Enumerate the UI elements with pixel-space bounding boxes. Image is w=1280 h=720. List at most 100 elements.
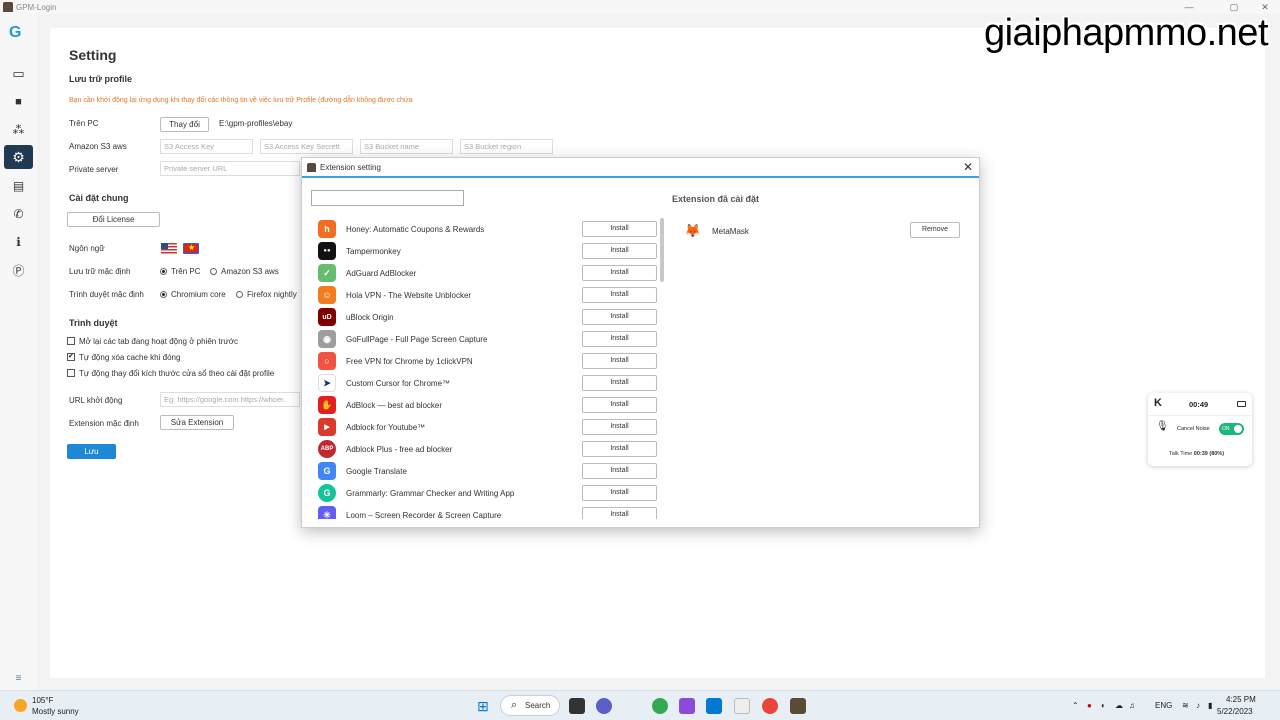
us-flag-icon[interactable] <box>161 243 177 254</box>
taskbar-search[interactable]: Search <box>500 695 560 716</box>
extension-name: Adblock Plus - free ad blocker <box>346 444 453 454</box>
install-button[interactable]: Install <box>582 331 657 347</box>
chrome-icon[interactable] <box>652 698 668 714</box>
install-button[interactable]: Install <box>582 463 657 479</box>
storage-warning: Bạn cần khởi động lại ứng dụng khi thay … <box>69 97 413 104</box>
camera-icon[interactable] <box>1237 401 1246 407</box>
volume-icon[interactable]: ♪ <box>1196 701 1200 710</box>
onedrive-icon[interactable]: ☁ <box>1115 701 1123 710</box>
battery-icon[interactable]: ▮ <box>1208 701 1212 710</box>
browser-radio-firefox[interactable]: Firefox nightly <box>236 290 297 299</box>
task-view-icon[interactable] <box>569 698 585 714</box>
s3-access-secret-input[interactable]: S3 Access Key Secrett <box>260 139 353 154</box>
radio-selected-icon <box>160 268 167 275</box>
phone-icon: ✆ <box>13 207 24 221</box>
sun-icon[interactable] <box>14 699 27 712</box>
weather-temp[interactable]: 105°F <box>32 696 53 705</box>
sidebar-item-billing[interactable]: ▭ <box>4 62 33 86</box>
list-item: ✳ Loom – Screen Recorder & Screen Captur… <box>312 504 662 519</box>
edit-extension-button[interactable]: Sửa Extension <box>160 415 234 430</box>
sidebar-item-groups[interactable]: ⁂ <box>4 118 33 142</box>
list-item: ◉ GoFullPage - Full Page Screen Capture … <box>312 328 662 350</box>
chrome-profile-icon[interactable] <box>762 698 778 714</box>
extension-search-input[interactable] <box>311 190 464 206</box>
gpm-login-taskbar-icon[interactable] <box>790 698 806 714</box>
microphone-icon[interactable]: 🎙 <box>1156 421 1169 432</box>
startup-url-input[interactable]: Eg: https://google.com https://whoer. <box>160 392 300 407</box>
s3-access-key-input[interactable]: S3 Access Key <box>160 139 253 154</box>
divider <box>1148 415 1252 416</box>
install-button[interactable]: Install <box>582 221 657 237</box>
weather-desc[interactable]: Mostly sunny <box>32 707 79 716</box>
install-button[interactable]: Install <box>582 485 657 501</box>
sidebar-item-logs[interactable]: ≡ <box>4 666 33 690</box>
chat-icon[interactable] <box>596 698 612 714</box>
language-indicator[interactable]: ENG <box>1155 701 1172 710</box>
change-path-button[interactable]: Thay đổi <box>160 117 209 132</box>
install-button[interactable]: Install <box>582 441 657 457</box>
private-server-input[interactable]: Private server URL <box>160 161 300 176</box>
windows-start-icon[interactable]: ⊞ <box>475 698 491 714</box>
checkbox-icon <box>67 369 75 377</box>
krisp-tray-icon[interactable]: ◐ <box>1101 701 1106 710</box>
sidebar-item-settings[interactable]: ⚙ <box>4 145 33 169</box>
sidebar-item-support[interactable]: ✆ <box>4 202 33 226</box>
extension-name: Tampermonkey <box>346 246 401 256</box>
sidebar-item-info[interactable]: ℹ <box>4 230 33 254</box>
install-button[interactable]: Install <box>582 375 657 391</box>
cancel-noise-toggle[interactable]: ON <box>1219 423 1244 435</box>
vietnam-flag-icon[interactable] <box>183 243 199 254</box>
app-logo-icon <box>307 162 316 172</box>
clock-time[interactable]: 4:25 PM <box>1226 695 1256 704</box>
headset-icon[interactable]: ♫ <box>1129 701 1135 710</box>
sidebar-item-proxy[interactable]: Ⓟ <box>4 258 33 282</box>
book-icon: ▤ <box>12 179 25 193</box>
list-item: ▶ Adblock for Youtube™ Install <box>312 416 662 438</box>
radio-icon <box>236 291 243 298</box>
adblock-plus-icon: ABP <box>318 440 336 458</box>
remove-button[interactable]: Remove <box>910 222 960 238</box>
loom-icon: ✳ <box>318 506 336 519</box>
clock-date[interactable]: 5/22/2023 <box>1217 707 1253 716</box>
default-extension-label: Extension mặc định <box>69 419 139 428</box>
install-button[interactable]: Install <box>582 287 657 303</box>
extension-name: Grammarly: Grammar Checker and Writing A… <box>346 488 515 498</box>
install-button[interactable]: Install <box>582 397 657 413</box>
sidebar-item-profiles[interactable]: ■ <box>4 90 33 114</box>
install-button[interactable]: Install <box>582 309 657 325</box>
extension-list-scrollbar[interactable] <box>660 218 664 282</box>
sidebar-item-docs[interactable]: ▤ <box>4 174 33 198</box>
install-button[interactable]: Install <box>582 419 657 435</box>
storage-radio-s3[interactable]: Amazon S3 aws <box>210 267 279 276</box>
chevron-up-icon[interactable]: ⌃ <box>1072 701 1079 710</box>
resize-window-checkbox[interactable]: Tự động thay đổi kích thước cửa sổ theo … <box>67 369 274 378</box>
vscode-icon[interactable] <box>706 698 722 714</box>
reopen-tabs-checkbox[interactable]: Mở lại các tab đang hoạt động ở phiên tr… <box>67 337 238 346</box>
list-item: ☺ Hola VPN - The Website Unblocker Insta… <box>312 284 662 306</box>
visual-studio-icon[interactable] <box>679 698 695 714</box>
dialog-close-button[interactable]: ✕ <box>963 160 973 174</box>
save-button[interactable]: Lưu <box>67 444 116 459</box>
metamask-icon: 🦊 <box>684 223 702 238</box>
extension-name: Loom – Screen Recorder & Screen Capture <box>346 510 502 520</box>
extension-name: AdBlock — best ad blocker <box>346 400 443 410</box>
browser-radio-chromium[interactable]: Chromium core <box>160 290 226 299</box>
wifi-icon[interactable]: ≋ <box>1182 701 1189 710</box>
grammarly-icon: G <box>318 484 336 502</box>
snipping-tool-icon[interactable] <box>734 698 750 714</box>
list-item: uD uBlock Origin Install <box>312 306 662 328</box>
change-license-button[interactable]: Đổi License <box>67 212 160 227</box>
storage-radio-pc[interactable]: Trên PC <box>160 267 201 276</box>
list-icon: ≡ <box>15 672 22 684</box>
install-button[interactable]: Install <box>582 243 657 259</box>
install-button[interactable]: Install <box>582 353 657 369</box>
page-title: Setting <box>69 47 117 63</box>
s3-bucket-region-input[interactable]: S3 Bucket region <box>460 139 553 154</box>
gpm-logo-icon[interactable]: G <box>9 24 21 42</box>
record-icon[interactable]: ● <box>1087 701 1092 710</box>
clear-cache-checkbox[interactable]: Tự động xóa cache khi đóng <box>67 352 180 362</box>
s3-bucket-name-input[interactable]: S3 Bucket name <box>360 139 453 154</box>
install-button[interactable]: Install <box>582 265 657 281</box>
app-logo-icon <box>3 2 13 12</box>
install-button[interactable]: Install <box>582 507 657 519</box>
